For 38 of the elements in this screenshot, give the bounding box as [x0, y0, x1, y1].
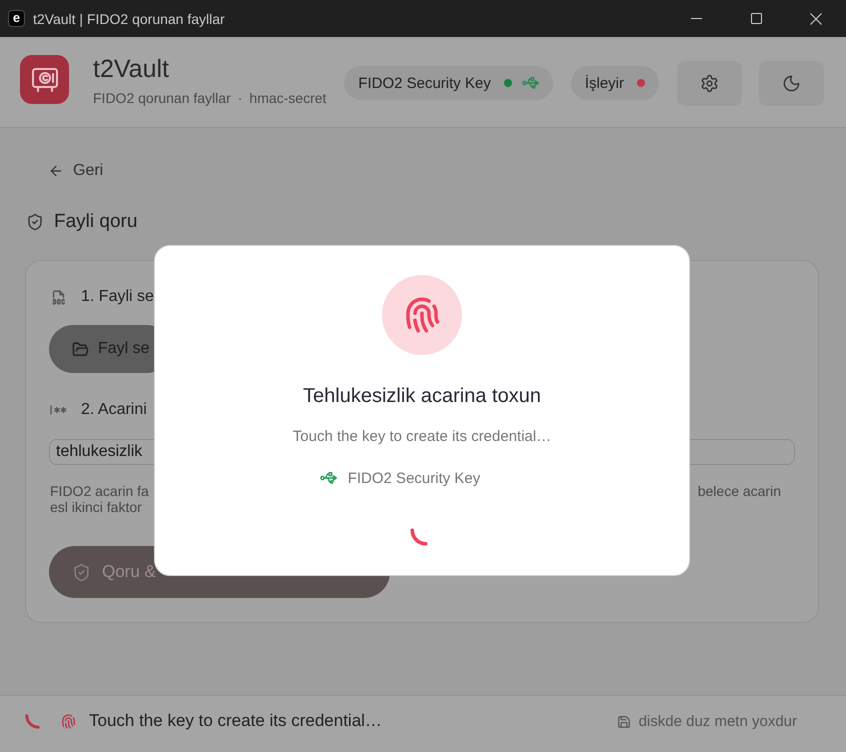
hint-text: esl ikinci faktor	[50, 499, 142, 515]
close-icon	[810, 12, 822, 24]
arrow-left-icon	[48, 163, 64, 179]
status-message: Touch the key to create its credential…	[89, 711, 382, 731]
app-subtitle: FIDO2 qorunan fayllar	[93, 90, 231, 107]
chip-label: FIDO2 Security Key	[358, 74, 491, 92]
folder-icon	[72, 340, 89, 358]
shield-check-icon	[26, 213, 44, 231]
dialog-message: Touch the key to create its credential…	[292, 428, 552, 446]
minimize-icon	[690, 18, 702, 19]
document-icon	[50, 288, 67, 306]
fingerprint-icon	[60, 712, 77, 730]
device-label: FIDO2 Security Key	[348, 470, 480, 486]
step-label: 1. Fayli se	[81, 288, 154, 306]
usb-icon	[522, 77, 539, 89]
password-icon	[50, 405, 67, 415]
window-title: t2Vault | FIDO2 qorunan fayllar	[33, 10, 226, 26]
hint-text: FIDO2 acarin fa	[50, 483, 149, 499]
theme-button[interactable]	[759, 60, 824, 106]
step-label: 2. Acarini	[81, 401, 147, 419]
moon-icon	[782, 74, 801, 92]
separator-text: ·	[238, 90, 242, 107]
safe-logo-icon	[20, 55, 69, 104]
app-icon: e	[8, 10, 25, 27]
back-button[interactable]: Geri	[48, 156, 104, 186]
app-name: t2Vault	[93, 54, 170, 84]
protocol-text: hmac-secret	[249, 90, 326, 107]
usb-icon	[320, 472, 337, 484]
dialog-title: Tehlukesizlik acarina toxun	[303, 384, 541, 409]
shield-check-icon	[72, 562, 91, 582]
maximize-icon	[750, 13, 762, 24]
disk-note: diskde duz metn yoxdur	[638, 713, 797, 730]
settings-button[interactable]	[677, 60, 742, 106]
hint-text: belece acarin	[698, 483, 781, 499]
page-title: Fayli qoru	[54, 211, 138, 233]
save-icon	[616, 714, 631, 728]
settings-icon	[700, 74, 719, 92]
chip-label: İşleyir	[584, 74, 624, 92]
